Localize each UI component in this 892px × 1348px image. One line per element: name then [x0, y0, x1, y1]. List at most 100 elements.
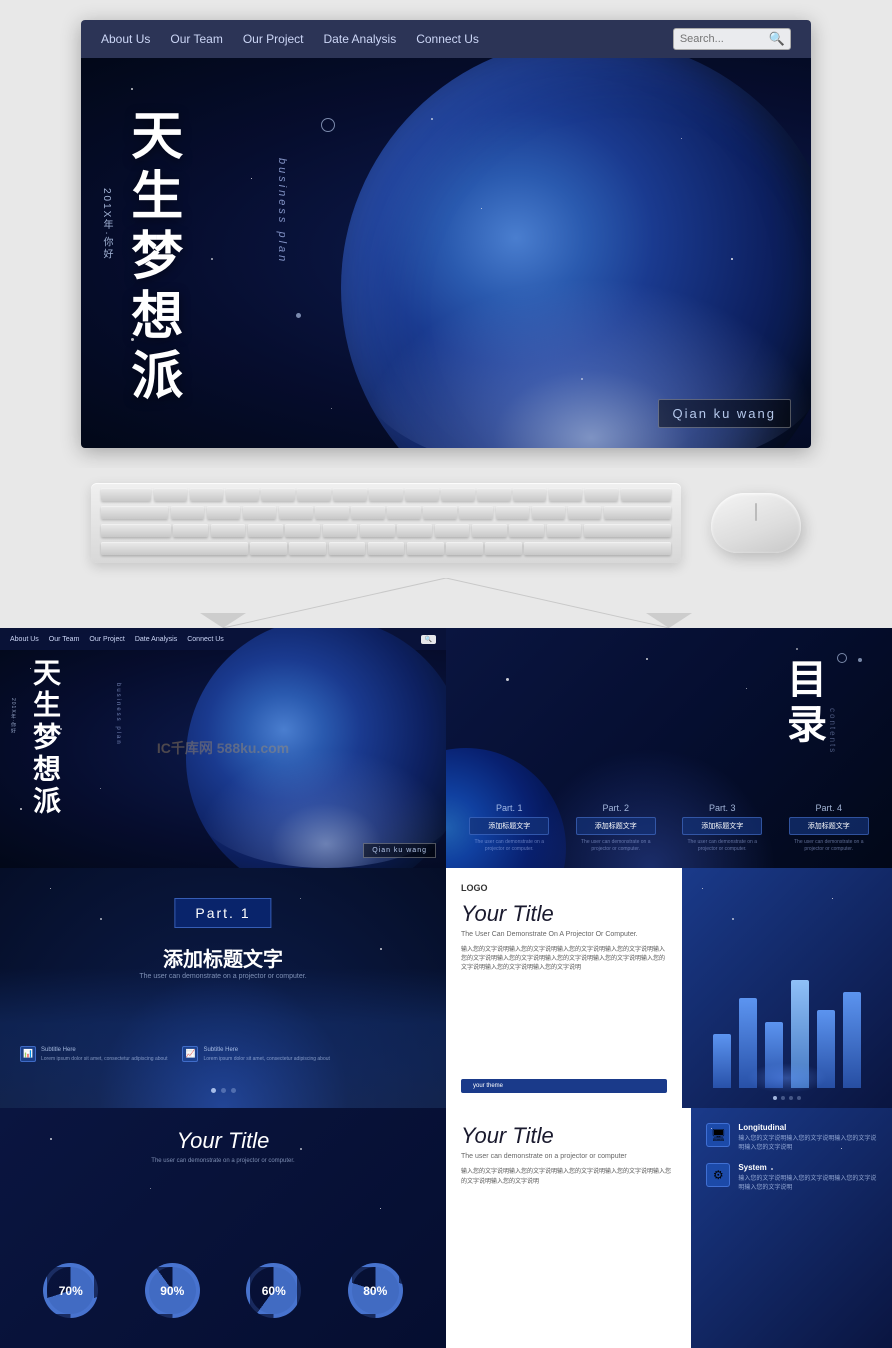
- yt2-icon-2: ⚙: [706, 1163, 730, 1187]
- mini-brand: Qian ku wang: [363, 843, 436, 858]
- bar-6: [843, 992, 861, 1088]
- part1-subtitle: The user can demonstrate on a projector …: [0, 973, 446, 980]
- part-btn-3[interactable]: 添加标题文字: [682, 817, 762, 835]
- part-desc-1: The user can demonstrate on a projector …: [469, 839, 549, 853]
- yt2-left: Your Title The user can demonstrate on a…: [446, 1108, 691, 1348]
- mulu-part-4: Part. 4 添加标题文字 The user can demonstrate …: [789, 803, 869, 853]
- hero-banner: 201X年·你好 天生梦想派 business plan Qian ku wan…: [81, 58, 811, 448]
- yt2-icon-row-2: ⚙ System 输入您的文字说明输入您的文字说明输入您的文字说明输入您的文字说…: [706, 1163, 877, 1193]
- mini-chinese: 天生梦想派: [25, 658, 65, 818]
- yt2-icon-row-1: 🖥 Longitudinal 输入您的文字说明输入您的文字说明输入您的文字说明输…: [706, 1123, 877, 1153]
- search-input[interactable]: [674, 31, 764, 47]
- deco-dot: [296, 313, 301, 318]
- bar-1: [713, 1034, 731, 1088]
- slides-grid: About Us Our Team Our Project Date Analy…: [0, 628, 892, 1348]
- part-desc-2: The user can demonstrate on a projector …: [576, 839, 656, 853]
- part1-dots: [0, 1088, 446, 1093]
- your-title-btn[interactable]: your theme: [461, 1079, 667, 1093]
- chart-dots: [682, 1096, 892, 1100]
- part1-icons-row: 📊 Subtitle Here Lorem ipsum dolor sit am…: [20, 1046, 426, 1063]
- part-num-3: Part. 3: [682, 803, 762, 813]
- part1-badge: Part. 1: [174, 898, 271, 928]
- mini-nav-about[interactable]: About Us: [10, 636, 39, 643]
- mini-nav-date[interactable]: Date Analysis: [135, 636, 177, 643]
- circle-pct-3: 60%: [262, 1284, 286, 1298]
- part1-icon-text-1: Subtitle Here Lorem ipsum dolor sit amet…: [41, 1046, 167, 1063]
- circles-row: 70% 90% 60% 80%: [0, 1263, 446, 1318]
- mulu-title: 目录: [774, 658, 832, 748]
- mulu-contents: Part. 1 添加标题文字 The user can demonstrate …: [446, 803, 892, 853]
- yt2-text-2: System 输入您的文字说明输入您的文字说明输入您的文字说明输入您的文字说明: [738, 1163, 877, 1193]
- hero-chinese-title: 天生梦想派: [121, 108, 420, 408]
- nav-item-date[interactable]: Date Analysis: [324, 32, 397, 46]
- nav-item-project[interactable]: Our Project: [243, 32, 304, 46]
- your-title-sub: The User Can Demonstrate On A Projector …: [461, 931, 667, 938]
- your-title-right: [682, 868, 892, 1108]
- mini-nav-connect[interactable]: Connect Us: [187, 636, 224, 643]
- mini-nav-team[interactable]: Our Team: [49, 636, 80, 643]
- circle-ring-2: 90%: [145, 1263, 200, 1318]
- circle-pct-4: 80%: [363, 1284, 387, 1298]
- chinese-big: 天生梦想派: [121, 108, 181, 408]
- nav-item-team[interactable]: Our Team: [170, 32, 222, 46]
- nav-item-connect[interactable]: Connect Us: [416, 32, 479, 46]
- mini-nav-project[interactable]: Our Project: [89, 636, 124, 643]
- circle-pct-2: 90%: [160, 1284, 184, 1298]
- mulu-part-3: Part. 3 添加标题文字 The user can demonstrate …: [682, 803, 762, 853]
- deco-circle: [321, 118, 335, 132]
- logo-label: LOGO: [461, 883, 667, 893]
- yt2-right: 🖥 Longitudinal 输入您的文字说明输入您的文字说明输入您的文字说明输…: [691, 1108, 892, 1348]
- slide-your-title2: Your Title The user can demonstrate on a…: [446, 1108, 892, 1348]
- part-num-2: Part. 2: [576, 803, 656, 813]
- mini-business: business plan: [115, 683, 121, 746]
- your-title-body: 输入您的文字说明输入您的文字说明输入您的文字说明输入您的文字说明输入您的文字说明…: [461, 946, 667, 1071]
- part1-icon-item-1: 📊 Subtitle Here Lorem ipsum dolor sit am…: [20, 1046, 167, 1063]
- part1-icon-text-2: Subtitle Here Lorem ipsum dolor sit amet…: [203, 1046, 329, 1063]
- hero-nav: About Us Our Team Our Project Date Analy…: [81, 20, 811, 58]
- slide-your-title: LOGO Your Title The User Can Demonstrate…: [446, 868, 892, 1108]
- part-desc-4: The user can demonstrate on a projector …: [789, 839, 869, 853]
- yt2-sub: The user can demonstrate on a projector …: [461, 1153, 676, 1160]
- your-title-left: LOGO Your Title The User Can Demonstrate…: [446, 868, 682, 1108]
- mouse-visual: [711, 493, 801, 553]
- mulu-contents-label: contents: [828, 708, 837, 754]
- your-title-heading: Your Title: [461, 901, 667, 927]
- part1-icon-box-1: 📊: [20, 1046, 36, 1062]
- business-plan-text: business plan: [276, 158, 288, 264]
- part-btn-1[interactable]: 添加标题文字: [469, 817, 549, 835]
- circle-item-1: 70%: [43, 1263, 98, 1318]
- slide-part1: Part. 1 添加标题文字 The user can demonstrate …: [0, 868, 446, 1108]
- hero-nav-search[interactable]: 🔍: [673, 28, 791, 50]
- connector-area: [0, 578, 892, 628]
- part1-fog: [0, 968, 446, 1108]
- search-button[interactable]: 🔍: [764, 29, 790, 49]
- part-btn-4[interactable]: 添加标题文字: [789, 817, 869, 835]
- part1-icon-item-2: 📈 Subtitle Here Lorem ipsum dolor sit am…: [182, 1046, 329, 1063]
- keyboard-mouse-section: [0, 468, 892, 578]
- chart-glow: [747, 1063, 827, 1093]
- brand-label: Qian ku wang: [658, 399, 792, 428]
- mini-planet: [186, 628, 446, 868]
- mulu-part-2: Part. 2 添加标题文字 The user can demonstrate …: [576, 803, 656, 853]
- part-desc-3: The user can demonstrate on a projector …: [682, 839, 762, 853]
- keyboard-visual: [91, 483, 681, 563]
- circle-pct-1: 70%: [59, 1284, 83, 1298]
- slide-circles: Your Title The user can demonstrate on a…: [0, 1108, 446, 1348]
- circle-ring-3: 60%: [246, 1263, 301, 1318]
- slide-mulu: 目录 contents Part. 1 添加标题文字 The user can …: [446, 628, 892, 868]
- part-num-1: Part. 1: [469, 803, 549, 813]
- part-num-4: Part. 4: [789, 803, 869, 813]
- yt2-icon-1: 🖥: [706, 1123, 730, 1147]
- circle-item-4: 80%: [348, 1263, 403, 1318]
- circles-title: Your Title: [0, 1128, 446, 1154]
- part-btn-2[interactable]: 添加标题文字: [576, 817, 656, 835]
- mini-year: 201X年·你好: [10, 698, 17, 734]
- yt2-title: Your Title: [461, 1123, 676, 1149]
- hero-container: About Us Our Team Our Project Date Analy…: [81, 20, 811, 448]
- circle-ring-4: 80%: [348, 1263, 403, 1318]
- yt2-body: 输入您的文字说明输入您的文字说明输入您的文字说明输入您的文字说明输入您的文字说明…: [461, 1168, 676, 1187]
- circles-sub: The user can demonstrate on a projector …: [0, 1158, 446, 1164]
- nav-item-about[interactable]: About Us: [101, 32, 150, 46]
- yt2-text-1: Longitudinal 输入您的文字说明输入您的文字说明输入您的文字说明输入您…: [738, 1123, 877, 1153]
- circle-item-2: 90%: [145, 1263, 200, 1318]
